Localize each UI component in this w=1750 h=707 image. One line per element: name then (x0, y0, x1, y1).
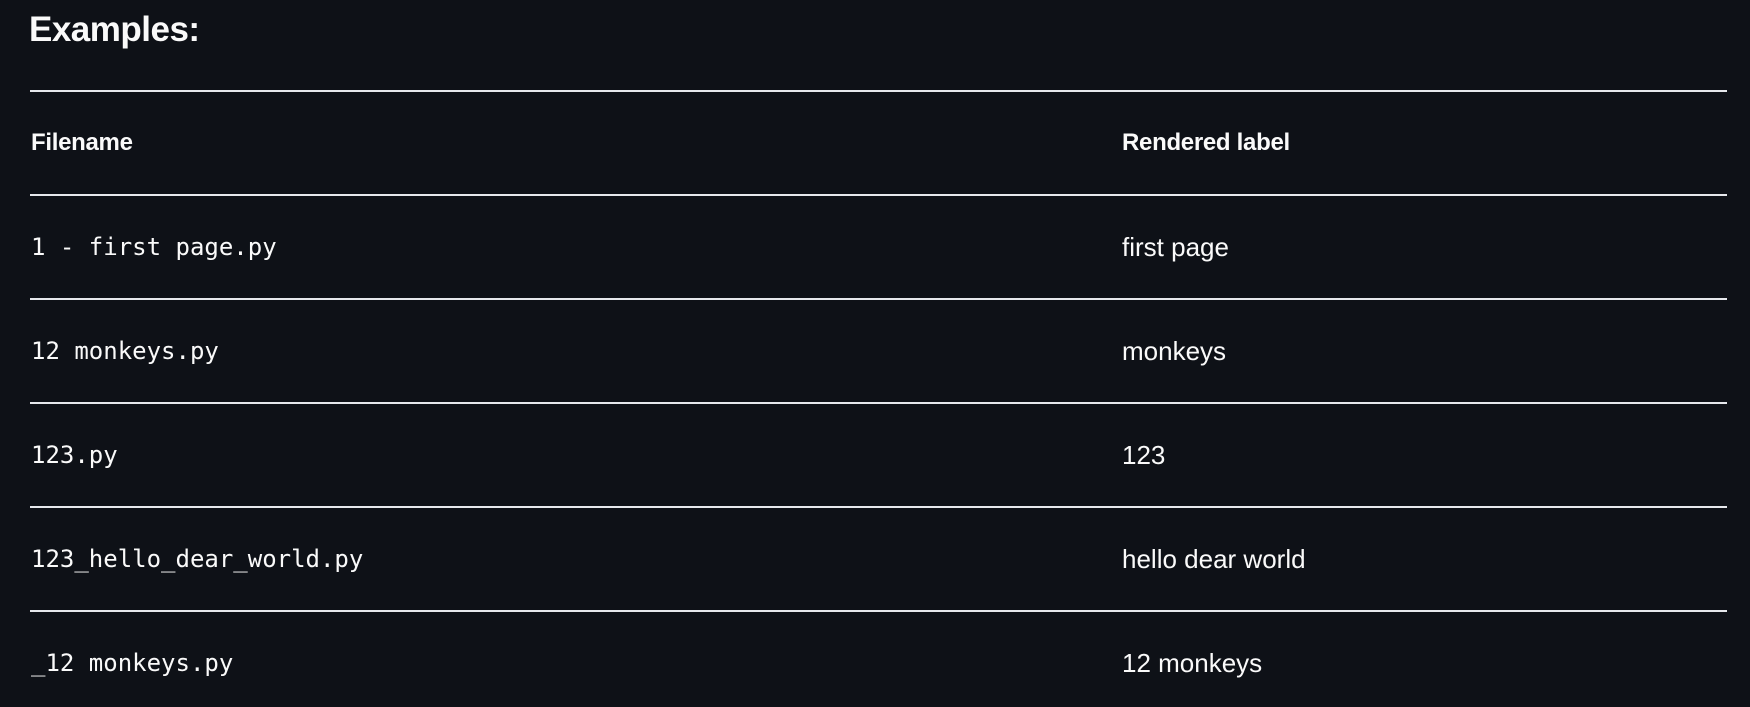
column-header-filename: Filename (31, 129, 133, 156)
section-heading: Examples: (29, 10, 200, 49)
filename-cell: 1 - first page.py (31, 233, 277, 261)
rendered-label-cell: monkeys (1122, 335, 1227, 366)
rendered-label-cell: 123 (1122, 439, 1166, 470)
table-row: 12 monkeys.py monkeys (30, 300, 1727, 404)
table-row: 123.py 123 (30, 404, 1727, 508)
rendered-label-cell: hello dear world (1122, 543, 1306, 574)
table-row: _12 monkeys.py 12 monkeys (30, 612, 1727, 707)
filename-cell: 123_hello_dear_world.py (31, 545, 364, 573)
table-header-row: Filename Rendered label (30, 92, 1727, 196)
filename-cell: 123.py (31, 441, 118, 469)
rendered-label-cell: first page (1122, 231, 1229, 262)
filename-cell: 12 monkeys.py (31, 337, 219, 365)
column-header-rendered-label: Rendered label (1122, 129, 1290, 156)
filename-cell: _12 monkeys.py (31, 649, 234, 677)
rendered-label-cell: 12 monkeys (1122, 647, 1263, 678)
table-row: 1 - first page.py first page (30, 196, 1727, 300)
table-row: 123_hello_dear_world.py hello dear world (30, 508, 1727, 612)
examples-table: Filename Rendered label 1 - first page.p… (30, 90, 1727, 707)
